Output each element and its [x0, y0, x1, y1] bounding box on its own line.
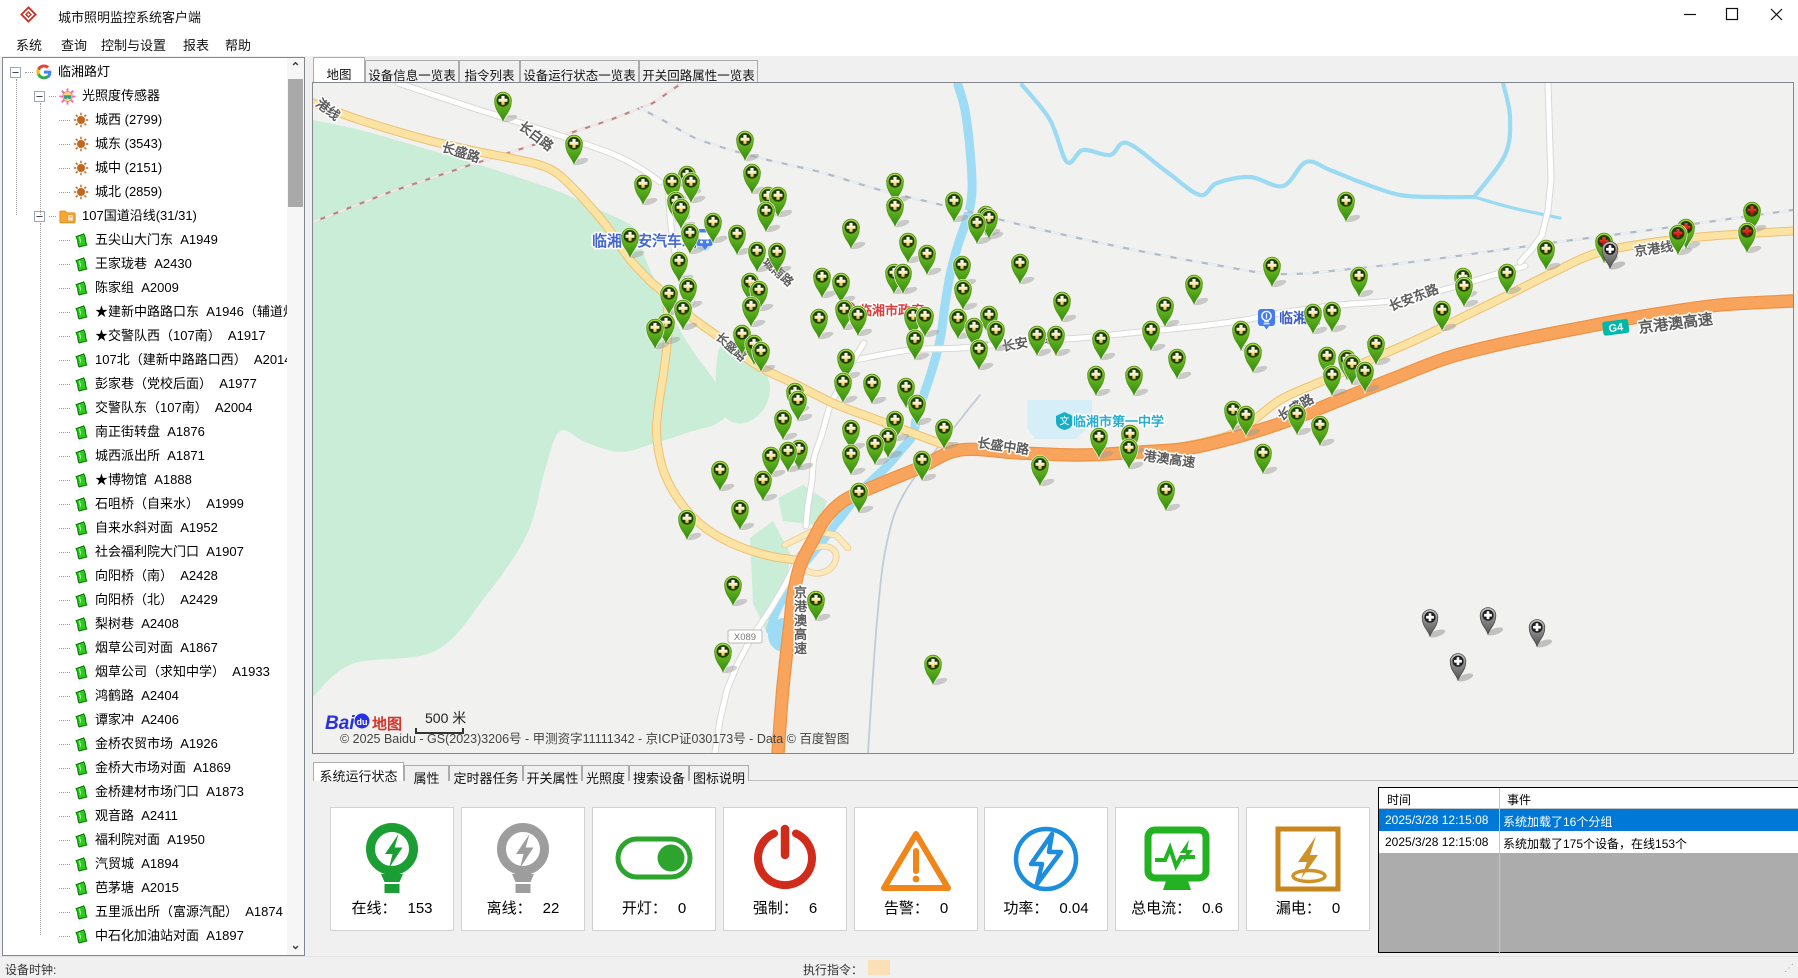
- svg-text:港: 港: [794, 599, 808, 614]
- svg-text:临湘市第一中学: 临湘市第一中学: [1073, 414, 1164, 429]
- svg-text:© 2025 Baidu - GS(2023)3206号 -: © 2025 Baidu - GS(2023)3206号 - 甲测资字11111…: [340, 731, 849, 746]
- svg-text:地图: 地图: [372, 715, 402, 733]
- svg-text:速: 速: [794, 641, 807, 656]
- svg-text:500 米: 500 米: [425, 710, 466, 726]
- svg-text:京: 京: [794, 585, 807, 600]
- svg-text:澳: 澳: [794, 613, 808, 628]
- svg-text:X089: X089: [734, 632, 756, 643]
- svg-text:高: 高: [794, 627, 807, 642]
- svg-text:文: 文: [1060, 415, 1070, 428]
- svg-text:G4: G4: [1608, 321, 1625, 335]
- svg-text:Bai: Bai: [325, 713, 355, 734]
- svg-text:du: du: [357, 717, 368, 727]
